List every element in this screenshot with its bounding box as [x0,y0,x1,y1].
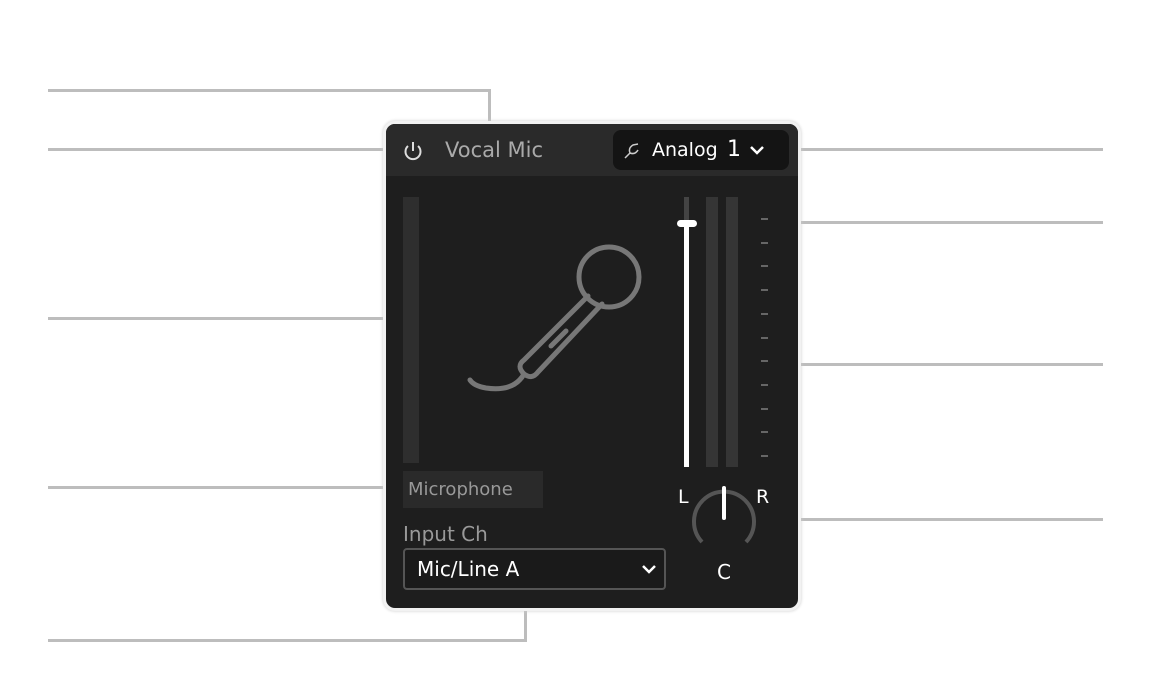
cable-icon [624,143,639,159]
instrument-type-field[interactable]: Microphone [403,471,543,508]
meter-tick [761,407,768,410]
meter-tick [761,431,768,434]
meter-tick [761,336,768,339]
output-number: 1 [727,137,741,162]
meter-tick [761,383,768,386]
level-meter-left [706,197,718,467]
callout-line [48,317,393,320]
meter-tick [761,289,768,292]
level-meter-right [726,197,738,467]
callout-line [48,639,527,642]
meter-tick [761,265,768,268]
callout-line [48,148,392,151]
meter-tick [761,455,768,457]
track-name[interactable]: Vocal Mic [445,138,543,162]
track-header: Vocal Mic Analog 1 [386,124,798,176]
callout-line [48,89,491,92]
power-icon[interactable] [402,140,424,162]
meter-tick [761,360,768,363]
output-selector[interactable]: Analog 1 [613,130,789,170]
chevron-down-icon [750,146,764,155]
input-channel-value: Mic/Line A [417,557,520,581]
fader-handle[interactable] [677,220,697,227]
output-label: Analog [652,139,718,161]
input-channel-label: Input Ch [403,522,488,546]
fader-fill [684,224,689,467]
meter-tick [761,312,768,315]
callout-line [48,486,395,489]
input-meter [403,197,419,463]
instrument-label: Microphone [408,479,513,500]
microphone-icon [467,244,642,392]
pan-knob[interactable] [686,482,762,558]
pan-center-label: C [717,560,731,584]
callout-line [758,518,1103,521]
callout-line [785,148,1103,151]
meter-tick [761,241,768,244]
input-channel-select[interactable]: Mic/Line A [403,548,666,590]
meter-tick [761,218,768,220]
track-panel: Vocal Mic Analog 1 Microphone Input Ch M… [383,121,801,611]
callout-line [488,89,491,122]
chevron-down-icon [642,565,656,574]
